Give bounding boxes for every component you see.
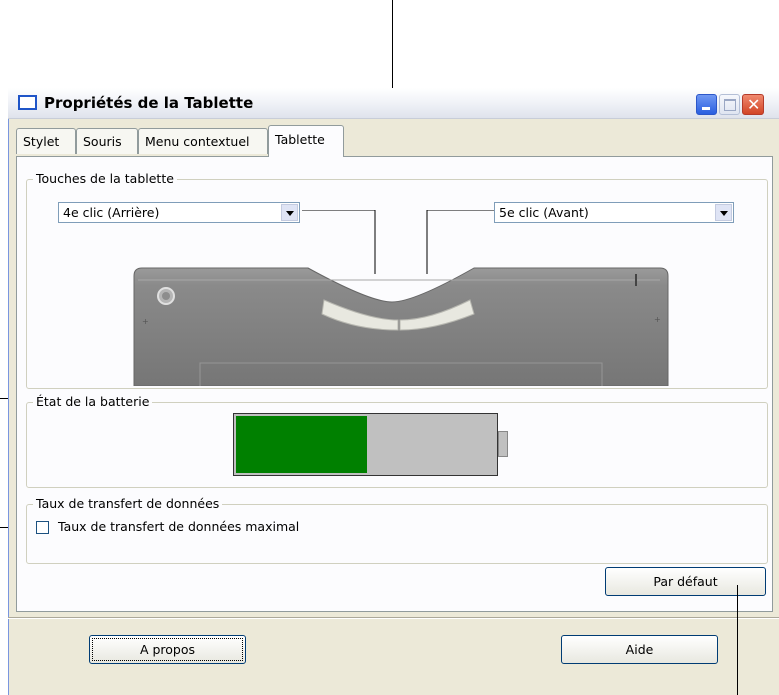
battery-fill	[236, 416, 367, 473]
panel-bottom-rule	[8, 617, 779, 619]
battery-terminal	[498, 431, 508, 457]
minimize-icon[interactable]	[696, 94, 717, 115]
battery-legend: État de la batterie	[33, 394, 153, 409]
callout-line-bottom-right	[737, 585, 738, 695]
max-transfer-checkbox[interactable]	[36, 521, 49, 534]
window-title: Propriétés de la Tablette	[44, 94, 254, 112]
tab-souris[interactable]: Souris	[76, 128, 138, 154]
tab-menu-contextuel[interactable]: Menu contextuel	[138, 128, 268, 154]
about-button[interactable]: A propos	[89, 635, 246, 664]
close-icon[interactable]: ✕	[742, 94, 764, 115]
svg-text:+: +	[142, 317, 149, 326]
transfer-rate-legend: Taux de transfert de données	[33, 496, 223, 511]
tab-tablette[interactable]: Tablette	[268, 125, 344, 157]
window-icon	[18, 95, 37, 110]
max-transfer-label[interactable]: Taux de transfert de données maximal	[58, 519, 299, 534]
chevron-down-icon[interactable]	[715, 204, 732, 221]
battery-gauge	[233, 413, 498, 476]
title-bar[interactable]: Propriétés de la Tablette ✕	[8, 88, 779, 119]
maximize-icon[interactable]	[719, 94, 740, 115]
help-button[interactable]: Aide	[561, 635, 718, 664]
svg-text:+: +	[654, 315, 661, 324]
transfer-rate-group: Taux de transfert de données	[26, 496, 768, 564]
tablet-illustration: + +	[133, 210, 669, 386]
tablet-keys-legend: Touches de la tablette	[33, 171, 177, 186]
default-button[interactable]: Par défaut	[605, 567, 766, 596]
tab-stylet[interactable]: Stylet	[16, 128, 76, 154]
